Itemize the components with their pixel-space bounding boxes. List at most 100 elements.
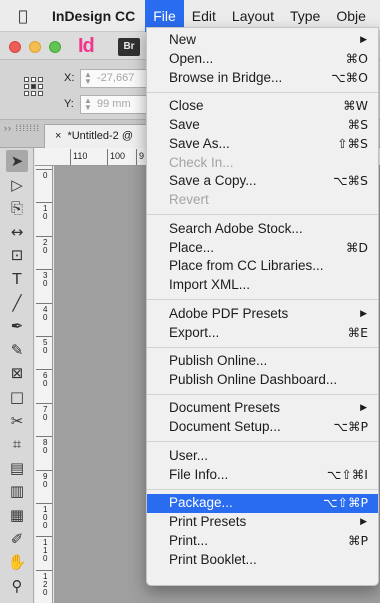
y-label: Y: bbox=[64, 98, 74, 110]
x-label: X: bbox=[64, 72, 75, 84]
close-tab-icon[interactable]: × bbox=[55, 130, 61, 142]
rectangle-frame-tool-icon[interactable]: ⊠ bbox=[6, 362, 28, 384]
menu-item-open[interactable]: Open... ⌘O bbox=[147, 50, 378, 69]
menu-item-save-as[interactable]: Save As... ⇧⌘S bbox=[147, 135, 378, 154]
ruler-tick: 110 bbox=[36, 536, 52, 563]
type-tool-icon[interactable]: T bbox=[6, 268, 28, 290]
document-tab[interactable]: × *Untitled-2 @ bbox=[44, 124, 154, 148]
x-position-field[interactable]: ▲ ▼ -27,667 bbox=[80, 69, 148, 88]
eyedropper-tool-icon[interactable]: ✐ bbox=[6, 528, 28, 550]
direct-selection-tool-icon[interactable]: ▷ bbox=[6, 174, 28, 196]
y-stepper-icon[interactable]: ▲ ▼ bbox=[84, 97, 92, 112]
menu-item-revert: Revert bbox=[147, 191, 378, 210]
menu-item-label: Document Presets bbox=[169, 400, 281, 416]
menu-item-shortcut: ⌘S bbox=[347, 116, 368, 132]
ruler-tick: 100 bbox=[106, 149, 126, 165]
menu-item-print-presets[interactable]: Print Presets ▶ bbox=[147, 513, 378, 532]
menu-item-label: Place... bbox=[169, 239, 215, 255]
menu-separator bbox=[147, 441, 378, 443]
ruler-tick: 60 bbox=[36, 369, 52, 388]
ruler-tick: 70 bbox=[36, 402, 52, 422]
menu-item-new[interactable]: New ▶ bbox=[147, 31, 378, 50]
menu-item-save[interactable]: Save ⌘S bbox=[147, 116, 378, 135]
menu-item-label: User... bbox=[169, 447, 209, 463]
menu-item-publish-online-dashboard[interactable]: Publish Online Dashboard... bbox=[147, 371, 378, 390]
reference-point-icon[interactable] bbox=[24, 77, 44, 97]
pen-tool-icon[interactable]: ✒ bbox=[6, 315, 28, 337]
menu-item-export[interactable]: Export... ⌘E bbox=[147, 324, 378, 343]
menu-item-place-from-cc-libraries[interactable]: Place from CC Libraries... bbox=[147, 257, 378, 276]
menu-item-user[interactable]: User... bbox=[147, 447, 378, 466]
menu-item-place[interactable]: Place... ⌘D bbox=[147, 239, 378, 258]
menu-item-search-adobe-stock[interactable]: Search Adobe Stock... bbox=[147, 220, 378, 239]
y-position-field[interactable]: ▲ ▼ 99 mm bbox=[80, 95, 148, 114]
menu-item-import-xml[interactable]: Import XML... bbox=[147, 276, 378, 295]
menu-item-package[interactable]: Package... ⌥⇧⌘P bbox=[147, 494, 378, 513]
note-tool-icon[interactable]: ▦ bbox=[6, 504, 28, 526]
tools-panel: ➤ ▷ ⎘ ↔ ⊡ T ╱ ✒ ✎ ⊠ □ ✂ ⌗ ▤ ▥ ▦ ✐ ✋ ⚲ bbox=[0, 148, 34, 603]
menu-separator bbox=[147, 346, 378, 348]
menu-item-close[interactable]: Close ⌘W bbox=[147, 97, 378, 116]
menu-item-print[interactable]: Print... ⌘P bbox=[147, 532, 378, 551]
y-value: 99 mm bbox=[97, 98, 131, 110]
content-collector-tool-icon[interactable]: ⊡ bbox=[6, 244, 28, 266]
pencil-tool-icon[interactable]: ✎ bbox=[6, 339, 28, 361]
menu-item-shortcut: ⌘O bbox=[345, 50, 368, 66]
page-tool-icon[interactable]: ⎘ bbox=[6, 197, 28, 219]
line-tool-icon[interactable]: ╱ bbox=[6, 292, 28, 314]
menu-item-publish-online[interactable]: Publish Online... bbox=[147, 352, 378, 371]
menu-item-document-presets[interactable]: Document Presets ▶ bbox=[147, 399, 378, 418]
menu-app-name[interactable]: InDesign CC bbox=[46, 0, 145, 32]
zoom-window-button[interactable] bbox=[49, 41, 61, 53]
menu-item-shortcut: ⌘D bbox=[345, 239, 368, 255]
ruler-tick: 9 bbox=[135, 149, 145, 165]
panel-grip-icon[interactable]: ›› ⁞⁞⁞⁞⁞⁞⁞ bbox=[4, 123, 40, 133]
gradient-swatch-tool-icon[interactable]: ▤ bbox=[6, 457, 28, 479]
gradient-feather-tool-icon[interactable]: ▥ bbox=[6, 480, 28, 502]
menu-separator bbox=[147, 488, 378, 490]
menu-item-shortcut: ⌥⇧⌘P bbox=[323, 495, 368, 511]
selection-tool-icon[interactable]: ➤ bbox=[6, 150, 28, 172]
menu-item-browse-in-bridge[interactable]: Browse in Bridge... ⌥⌘O bbox=[147, 69, 378, 88]
gap-tool-icon[interactable]: ↔ bbox=[6, 221, 28, 243]
menu-item-label: Export... bbox=[169, 324, 220, 340]
hand-tool-icon[interactable]: ✋ bbox=[6, 551, 28, 573]
rectangle-tool-icon[interactable]: □ bbox=[6, 386, 28, 408]
menu-item-label: New bbox=[169, 32, 197, 47]
close-window-button[interactable] bbox=[9, 41, 21, 53]
menu-item-label: Search Adobe Stock... bbox=[169, 220, 303, 236]
submenu-arrow-icon: ▶ bbox=[360, 517, 367, 527]
menu-item-shortcut: ⌥⇧⌘I bbox=[326, 466, 368, 482]
menu-item-label: Place from CC Libraries... bbox=[169, 258, 324, 274]
menu-item-adobe-pdf-presets[interactable]: Adobe PDF Presets ▶ bbox=[147, 305, 378, 324]
ruler-tick: 110 bbox=[69, 149, 88, 165]
free-transform-tool-icon[interactable]: ⌗ bbox=[6, 433, 28, 455]
menu-item-label: Open... bbox=[169, 50, 214, 66]
x-stepper-icon[interactable]: ▲ ▼ bbox=[84, 71, 92, 86]
zoom-tool-icon[interactable]: ⚲ bbox=[6, 575, 28, 597]
ruler-tick: 40 bbox=[36, 302, 52, 322]
menu-item-document-setup[interactable]: Document Setup... ⌥⌘P bbox=[147, 418, 378, 437]
minimize-window-button[interactable] bbox=[29, 41, 41, 53]
menu-item-label: Print Presets bbox=[169, 514, 247, 529]
menu-item-file-info[interactable]: File Info... ⌥⇧⌘I bbox=[147, 466, 378, 485]
ruler-tick: 80 bbox=[36, 436, 52, 455]
menu-item-shortcut: ⌘W bbox=[343, 98, 368, 114]
bridge-button[interactable]: Br bbox=[118, 38, 140, 56]
menu-separator bbox=[147, 214, 378, 216]
submenu-arrow-icon: ▶ bbox=[360, 308, 367, 319]
apple-icon[interactable]:  bbox=[0, 7, 46, 25]
menu-item-label: Save As... bbox=[169, 135, 230, 151]
ruler-tick: 20 bbox=[36, 235, 52, 255]
menu-item-label: File Info... bbox=[169, 466, 229, 482]
x-value: -27,667 bbox=[97, 72, 135, 84]
menu-separator bbox=[147, 394, 378, 396]
menu-item-print-booklet[interactable]: Print Booklet... bbox=[147, 551, 378, 570]
menu-item-save-a-copy[interactable]: Save a Copy... ⌥⌘S bbox=[147, 172, 378, 191]
menu-separator bbox=[147, 91, 378, 93]
scissors-tool-icon[interactable]: ✂ bbox=[6, 410, 28, 432]
indesign-logo: Id bbox=[78, 35, 95, 57]
file-menu-dropdown: New ▶ Open... ⌘O Browse in Bridge... ⌥⌘O Close… bbox=[146, 27, 379, 586]
ruler-tick: 120 bbox=[36, 569, 52, 597]
menu-item-label: Document Setup... bbox=[169, 419, 281, 435]
